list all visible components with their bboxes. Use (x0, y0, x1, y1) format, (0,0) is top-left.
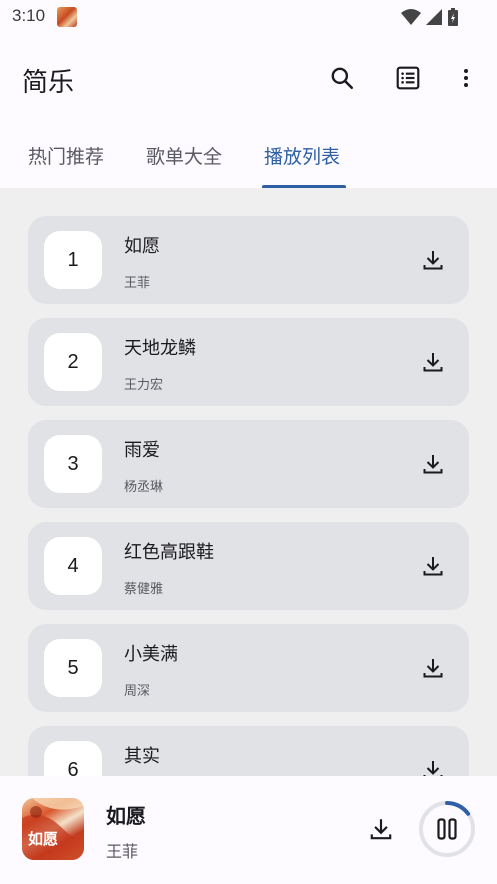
download-button[interactable] (419, 756, 447, 776)
playlist-row[interactable]: 1 如愿 王菲 (28, 216, 469, 304)
song-artist: 王力宏 (124, 378, 164, 393)
now-playing-download-button[interactable] (366, 814, 396, 844)
progress-ring (419, 801, 475, 857)
tab-play-queue[interactable]: 播放列表 (264, 142, 340, 169)
download-icon (423, 455, 443, 474)
playlist-row[interactable]: 4 红色高跟鞋 蔡健雅 (28, 522, 469, 610)
now-playing-title: 如愿 (106, 804, 146, 828)
song-artist: 蔡健雅 (124, 582, 164, 597)
more-vert-icon (464, 69, 468, 87)
playlist-row[interactable]: 2 天地龙鳞 王力宏 (28, 318, 469, 406)
notification-icon (57, 7, 77, 27)
track-number: 3 (44, 435, 102, 493)
playlist-row[interactable]: 6 其实 (28, 726, 469, 776)
status-bar: 3:10 (0, 0, 497, 34)
search-icon (331, 67, 354, 90)
download-button[interactable] (419, 450, 447, 478)
now-playing-bar[interactable]: 如愿 如愿 王菲 (0, 776, 497, 884)
download-button[interactable] (419, 348, 447, 376)
song-title: 小美满 (124, 644, 178, 665)
playlist[interactable]: 1 如愿 王菲 2 天地龙鳞 王力宏 3 雨爱 杨丞琳 4 红色高跟鞋 蔡健雅 … (0, 188, 497, 776)
download-button[interactable] (419, 552, 447, 580)
download-icon (423, 251, 443, 270)
song-title: 红色高跟鞋 (124, 542, 214, 563)
song-artist: 王菲 (124, 276, 151, 291)
playlist-row[interactable]: 3 雨爱 杨丞琳 (28, 420, 469, 508)
download-icon (423, 353, 443, 372)
playlist-row[interactable]: 5 小美满 周深 (28, 624, 469, 712)
song-artist: 杨丞琳 (124, 480, 164, 495)
song-title: 如愿 (124, 236, 160, 257)
more-button[interactable] (446, 58, 486, 98)
pause-icon (437, 818, 457, 840)
download-icon (423, 761, 443, 776)
download-button[interactable] (419, 246, 447, 274)
download-icon (423, 557, 443, 576)
album-cover[interactable]: 如愿 (22, 798, 84, 860)
play-pause-button[interactable] (418, 800, 476, 858)
track-number: 1 (44, 231, 102, 289)
list-icon (396, 66, 420, 90)
download-icon (370, 819, 392, 840)
track-number: 5 (44, 639, 102, 697)
album-cover-text: 如愿 (28, 830, 59, 848)
tab-hot-recommend[interactable]: 热门推荐 (28, 142, 104, 169)
tab-bar: 热门推荐 歌单大全 播放列表 (0, 122, 497, 188)
song-artist: 周深 (124, 684, 151, 699)
download-icon (423, 659, 443, 678)
now-playing-artist: 王菲 (106, 842, 139, 861)
track-number: 6 (44, 741, 102, 776)
battery-icon (448, 8, 458, 26)
download-button[interactable] (419, 654, 447, 682)
signal-icon (426, 9, 442, 25)
track-number: 2 (44, 333, 102, 391)
track-number: 4 (44, 537, 102, 595)
status-icons (401, 7, 459, 27)
song-title: 天地龙鳞 (124, 338, 196, 359)
song-title: 其实 (124, 746, 160, 767)
status-time: 3:10 (12, 6, 46, 25)
tab-playlists[interactable]: 歌单大全 (146, 142, 222, 169)
song-title: 雨爱 (124, 440, 160, 461)
app-title: 简乐 (22, 68, 75, 98)
search-button[interactable] (322, 58, 362, 98)
app-bar: 简乐 (0, 34, 497, 122)
wifi-icon (401, 9, 421, 25)
queue-button[interactable] (388, 58, 428, 98)
